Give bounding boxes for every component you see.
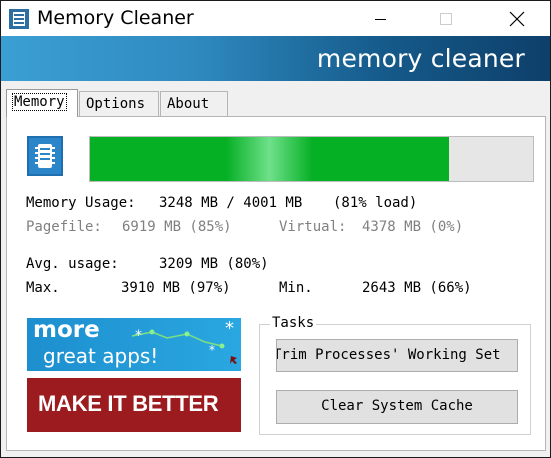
tab-options[interactable]: Options <box>79 91 159 116</box>
more-great-apps-banner[interactable]: more great apps! * * * <box>27 318 241 371</box>
virtual-label: Virtual: <box>279 219 347 235</box>
make-it-better-banner[interactable]: MAKE IT BETTER <box>27 378 241 432</box>
svg-text:*: * <box>225 318 234 339</box>
tab-options-label: Options <box>86 96 146 112</box>
max-usage-value: 3910 MB (97%) <box>121 280 231 296</box>
title-bar[interactable]: Memory Cleaner <box>1 1 550 36</box>
memory-cleaner-app-icon <box>9 9 29 29</box>
tab-about[interactable]: About <box>160 91 228 116</box>
memory-chip-icon <box>27 136 63 176</box>
memory-load-progress-fill <box>90 137 449 181</box>
max-usage-label: Max. <box>26 280 60 296</box>
make-it-better-text: MAKE IT BETTER <box>38 391 219 416</box>
tab-memory-label: Memory <box>12 93 67 111</box>
pagefile-value: 6919 MB (85%) <box>122 219 232 235</box>
minimize-icon <box>375 19 386 20</box>
tab-memory[interactable]: Memory <box>6 89 78 117</box>
virtual-value: 4378 MB (0%) <box>362 219 464 235</box>
min-usage-label: Min. <box>279 280 313 296</box>
avg-usage-value: 3209 MB (80%) <box>159 256 269 272</box>
memory-panel: Memory Usage: 3248 MB / 4001 MB (81% loa… <box>6 116 546 451</box>
pagefile-label: Pagefile: <box>26 219 102 235</box>
min-usage-value: 2643 MB (66%) <box>362 280 472 296</box>
window-title: Memory Cleaner <box>37 7 194 29</box>
memory-load-progress-bar <box>89 136 534 182</box>
close-icon <box>509 11 525 27</box>
trim-working-set-label: Trim Processes' Working Set <box>276 347 501 363</box>
memory-usage-label: Memory Usage: <box>26 195 136 211</box>
svg-text:*: * <box>209 343 215 357</box>
header-banner: memory cleaner <box>1 36 550 81</box>
svg-text:*: * <box>135 328 142 344</box>
maximize-icon <box>440 13 452 25</box>
sparkle-decoration-icon: * * * <box>131 318 237 364</box>
app-window: Memory Cleaner memory cleaner Memory Opt… <box>0 0 551 458</box>
avg-usage-label: Avg. usage: <box>26 256 119 272</box>
tasks-group: Tasks Trim Processes' Working Set Clear … <box>259 315 531 435</box>
tab-about-label: About <box>167 96 210 112</box>
clear-system-cache-label: Clear System Cache <box>321 398 473 414</box>
trim-working-set-button[interactable]: Trim Processes' Working Set <box>276 339 518 372</box>
minimize-button[interactable] <box>357 1 403 36</box>
close-button[interactable] <box>493 1 539 36</box>
tasks-group-label: Tasks <box>270 315 317 331</box>
memory-usage-load: (81% load) <box>333 195 418 211</box>
maximize-button[interactable] <box>422 1 468 36</box>
clear-system-cache-button[interactable]: Clear System Cache <box>276 390 518 424</box>
memory-usage-value: 3248 MB / 4001 MB <box>159 195 303 211</box>
banner-logo-text: memory cleaner <box>316 44 525 73</box>
